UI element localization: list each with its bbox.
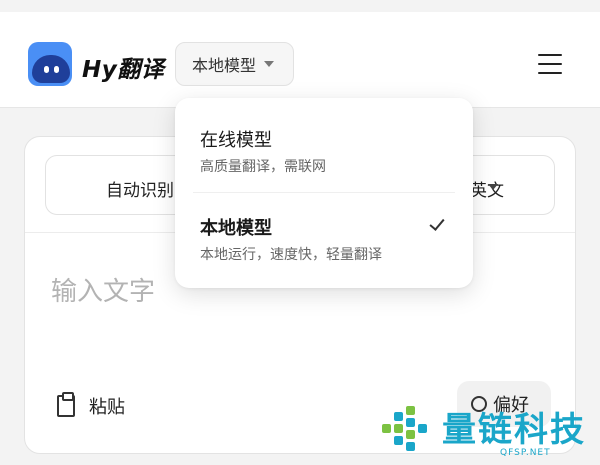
watermark-logo-icon: [382, 406, 432, 452]
watermark: 量链科技 QFSP.NET: [380, 400, 600, 465]
watermark-subtext: QFSP.NET: [500, 448, 551, 458]
paste-label: 粘贴: [89, 397, 125, 418]
app-logo-icon: [28, 42, 72, 86]
clipboard-icon: [57, 392, 75, 417]
target-language-button[interactable]: 英文: [470, 176, 504, 201]
option-description: 本地运行，速度快，轻量翻译: [200, 247, 382, 263]
hamburger-menu-icon[interactable]: [538, 54, 562, 74]
source-language-button[interactable]: 自动识别: [106, 176, 174, 201]
checkmark-icon: [429, 215, 445, 231]
option-description: 高质量翻译，需联网: [200, 159, 326, 175]
model-select-label: 本地模型: [192, 56, 257, 75]
paste-button[interactable]: 粘贴: [57, 392, 125, 420]
menu-option-online-model[interactable]: 在线模型 高质量翻译，需联网: [175, 98, 473, 192]
caret-down-icon: [488, 184, 498, 190]
option-title: 在线模型: [200, 130, 272, 151]
top-app-bar: Hy翻译 本地模型: [0, 12, 600, 108]
model-dropdown-menu: 在线模型 高质量翻译，需联网 本地模型 本地运行，速度快，轻量翻译: [175, 98, 473, 288]
menu-option-local-model[interactable]: 本地模型 本地运行，速度快，轻量翻译: [175, 194, 473, 288]
app-title: Hy翻译: [82, 57, 165, 83]
model-select-dropdown[interactable]: 本地模型: [175, 42, 294, 86]
caret-down-icon: [264, 61, 275, 67]
watermark-text: 量链科技: [442, 410, 586, 450]
option-title: 本地模型: [200, 218, 272, 239]
menu-divider: [193, 192, 455, 193]
